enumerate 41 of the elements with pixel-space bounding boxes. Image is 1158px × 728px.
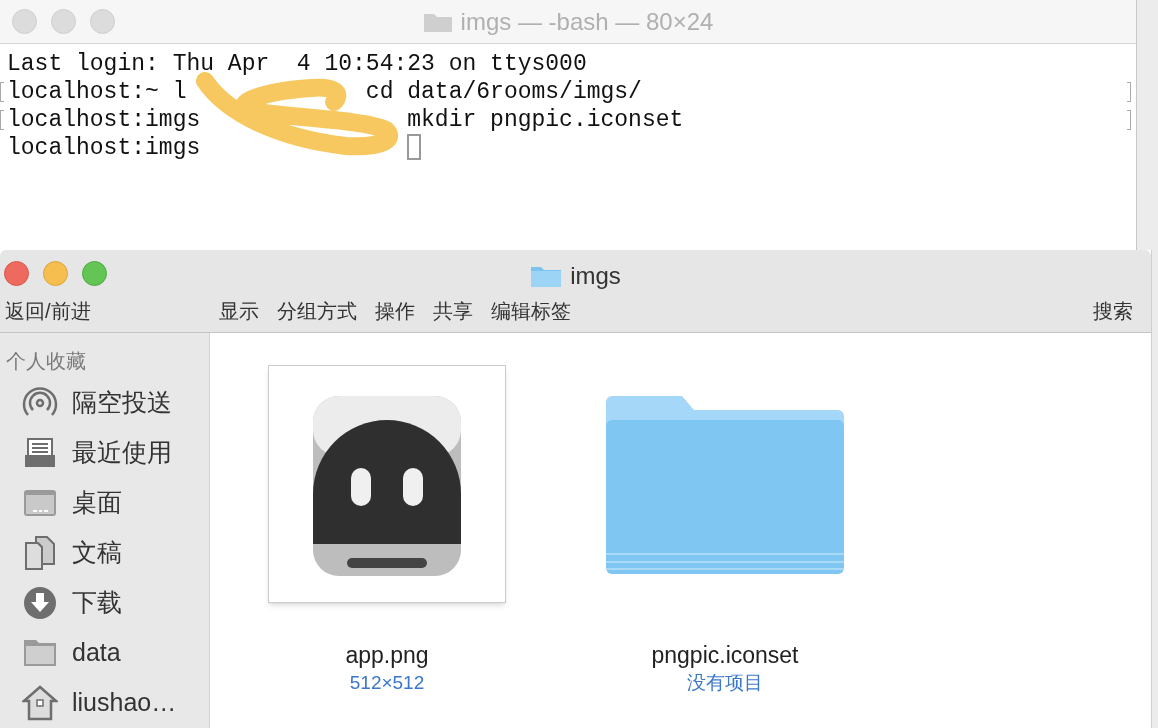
terminal-text: cd data/6rooms/imgs/ (365, 78, 642, 106)
sidebar-item[interactable]: 隔空投送 (6, 383, 209, 423)
close-button[interactable] (4, 261, 29, 286)
download-icon (22, 585, 58, 621)
back-forward-button[interactable]: 返回/前进 (5, 296, 219, 326)
toolbar-button[interactable]: 分组方式 (277, 296, 357, 326)
sidebar-item[interactable]: 下载 (6, 583, 209, 623)
file-info: 没有项目 (687, 671, 763, 695)
file-info: 512×512 (349, 671, 425, 695)
terminal-text: mkdir pngpic.iconset (407, 106, 684, 134)
image-thumbnail[interactable] (268, 365, 506, 603)
minimize-button[interactable] (51, 9, 76, 34)
zoom-button[interactable] (90, 9, 115, 34)
sidebar-item[interactable]: liushao… (6, 683, 209, 723)
file-name[interactable]: app.png (345, 641, 429, 669)
toolbar-button[interactable]: 操作 (375, 296, 415, 326)
bracket-mark-icon (1127, 82, 1131, 102)
toolbar-button[interactable]: 共享 (433, 296, 473, 326)
window-title: imgs (570, 261, 621, 291)
sidebar-item[interactable]: data (6, 633, 209, 673)
terminal-text: localhost:~ l (7, 78, 187, 106)
home-icon (22, 685, 58, 721)
toolbar-button[interactable]: 显示 (219, 296, 259, 326)
sidebar-item[interactable]: 桌面 (6, 483, 209, 523)
folder-icon (530, 264, 563, 288)
terminal-text: localhost:imgs (7, 106, 201, 134)
window-title: imgs — -bash — 80×24 (460, 6, 714, 37)
minimize-button[interactable] (43, 261, 68, 286)
folder-icon[interactable] (606, 394, 844, 574)
bracket-mark-icon (1127, 110, 1131, 130)
file-name[interactable]: pngpic.iconset (651, 641, 799, 669)
sidebar-item[interactable]: 文稿 (6, 533, 209, 573)
terminal-text: Last login: Thu Apr 4 10:54:23 on ttys000 (7, 50, 587, 78)
sidebar-item[interactable]: 最近使用 (6, 433, 209, 473)
sidebar-heading: 个人收藏 (6, 349, 87, 374)
terminal-text: localhost:imgs (7, 134, 201, 162)
toolbar-button[interactable]: 编辑标签 (491, 296, 571, 326)
close-button[interactable] (12, 9, 37, 34)
search-button[interactable]: 搜索 (1093, 296, 1133, 326)
documents-icon (22, 535, 58, 571)
zoom-button[interactable] (82, 261, 107, 286)
